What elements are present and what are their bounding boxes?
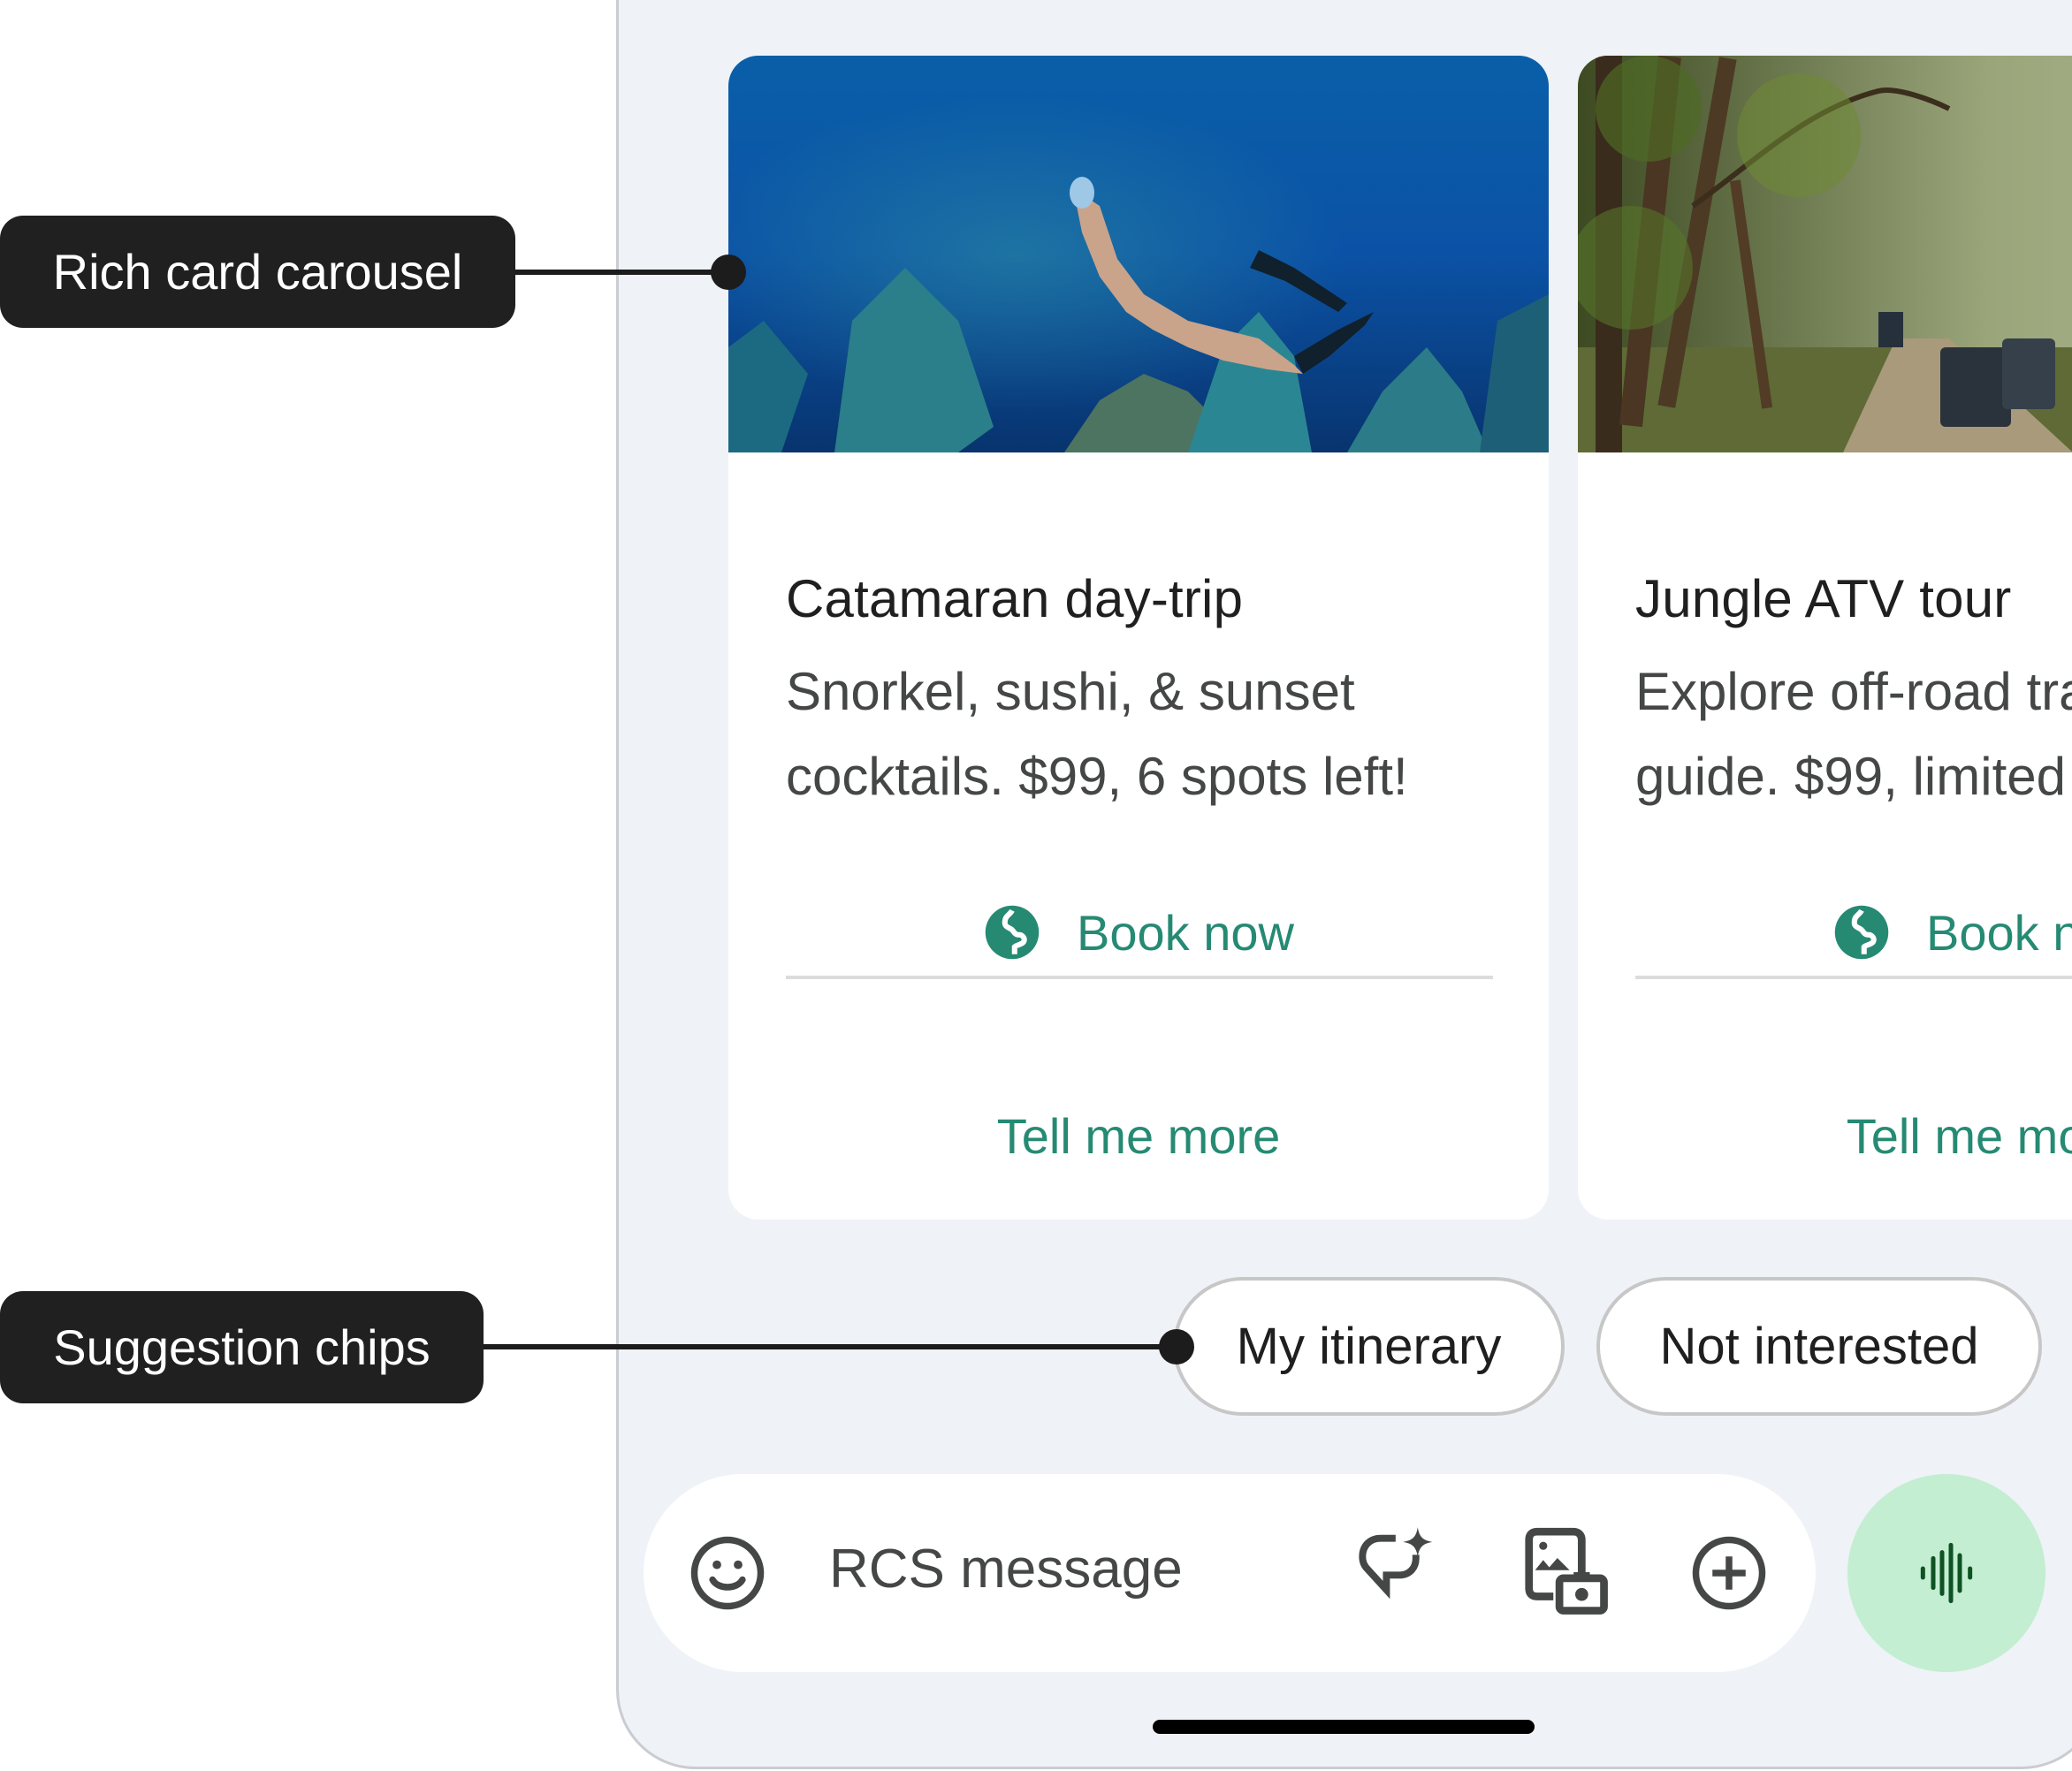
suggestion-chip-my-itinerary[interactable]: My itinerary: [1173, 1277, 1565, 1416]
ai-sparkle-chat-icon[interactable]: [1355, 1524, 1444, 1612]
rich-card: Jungle ATV tour Explore off-road trails …: [1578, 56, 2072, 1220]
annotation-label-rich-card-carousel: Rich card carousel: [0, 216, 515, 328]
card-image-snorkeler: [728, 56, 1549, 452]
gallery-camera-icon[interactable]: [1517, 1524, 1614, 1621]
message-input[interactable]: RCS message: [829, 1538, 1183, 1600]
book-now-button[interactable]: Book now: [1578, 901, 2072, 963]
voice-message-button[interactable]: [1847, 1474, 2045, 1672]
book-now-button[interactable]: Book now: [728, 901, 1549, 963]
annotation-dot: [711, 255, 746, 290]
annotation-leader-line: [484, 1344, 1177, 1349]
card-divider: [786, 976, 1493, 979]
emoji-icon[interactable]: [688, 1533, 767, 1613]
add-circle-icon[interactable]: [1689, 1533, 1769, 1613]
annotation-leader-line: [515, 270, 727, 275]
book-now-label: Book now: [1926, 904, 2072, 961]
annotation-text: Suggestion chips: [53, 1319, 430, 1375]
book-now-label: Book now: [1077, 904, 1294, 961]
compose-bar: RCS message: [644, 1474, 1816, 1672]
suggestion-chip-not-interested[interactable]: Not interested: [1596, 1277, 2042, 1416]
card-title: Jungle ATV tour: [1635, 569, 2012, 628]
globe-icon: [985, 905, 1040, 960]
card-image-jungle-atv: [1578, 56, 2072, 452]
tell-me-more-button[interactable]: Tell me more: [728, 1105, 1549, 1167]
tell-me-more-label: Tell me more: [1846, 1107, 2072, 1164]
card-divider: [1635, 976, 2072, 979]
voice-waveform-icon: [1920, 1542, 1973, 1604]
tell-me-more-button[interactable]: Tell me more: [1578, 1105, 2072, 1167]
annotation-dot: [1159, 1329, 1194, 1364]
annotation-text: Rich card carousel: [52, 244, 463, 300]
card-description: Explore off-road trails with a guide. $9…: [1635, 662, 2072, 806]
home-indicator[interactable]: [1153, 1720, 1535, 1734]
chip-label: Not interested: [1659, 1318, 1979, 1375]
card-title: Catamaran day-trip: [786, 569, 1244, 628]
annotation-label-suggestion-chips: Suggestion chips: [0, 1291, 484, 1403]
rich-card: Catamaran day-trip Snorkel, sushi, & sun…: [728, 56, 1549, 1220]
globe-icon: [1834, 905, 1889, 960]
tell-me-more-label: Tell me more: [996, 1107, 1281, 1164]
card-description: Snorkel, sushi, & sunset cocktails. $99,…: [786, 662, 1408, 806]
chip-label: My itinerary: [1236, 1318, 1502, 1375]
